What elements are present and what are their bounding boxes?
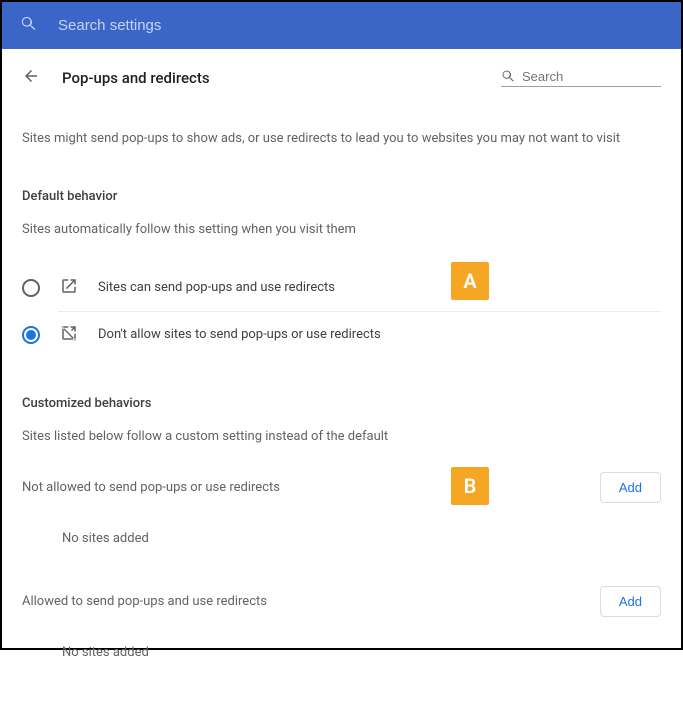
radio-selected[interactable] <box>22 326 40 344</box>
customized-subtitle: Sites listed below follow a custom setti… <box>22 429 661 444</box>
page-search-input[interactable] <box>522 69 642 84</box>
page-description: Sites might send pop-ups to show ads, or… <box>22 129 661 149</box>
add-allowed-button[interactable]: Add <box>600 586 661 617</box>
allowed-empty: No sites added <box>62 645 661 660</box>
radio-label: Don't allow sites to send pop-ups or use… <box>98 327 381 342</box>
radio-option-allow[interactable]: Sites can send pop-ups and use redirects <box>22 265 661 311</box>
allowed-row: Allowed to send pop-ups and use redirect… <box>22 586 661 617</box>
top-toolbar <box>2 2 681 49</box>
page-title: Pop-ups and redirects <box>62 69 479 87</box>
not-allowed-row: Not allowed to send pop-ups or use redir… <box>22 472 661 503</box>
default-behavior-title: Default behavior <box>22 189 661 204</box>
settings-search-input[interactable] <box>58 17 358 34</box>
block-popup-icon <box>60 324 78 346</box>
radio-unselected[interactable] <box>22 279 40 297</box>
content-area: Pop-ups and redirects Sites might send p… <box>2 49 681 718</box>
radio-option-block[interactable]: Don't allow sites to send pop-ups or use… <box>22 312 661 358</box>
page-header: Pop-ups and redirects <box>22 67 661 89</box>
inline-search[interactable] <box>501 69 661 87</box>
radio-label: Sites can send pop-ups and use redirects <box>98 280 335 295</box>
search-icon <box>20 15 38 37</box>
default-behavior-subtitle: Sites automatically follow this setting … <box>22 222 661 237</box>
open-in-new-icon <box>60 277 78 299</box>
not-allowed-empty: No sites added <box>62 531 661 546</box>
annotation-marker-a: A <box>451 262 489 300</box>
annotation-marker-b: B <box>451 467 489 505</box>
back-arrow-icon[interactable] <box>22 67 40 89</box>
search-icon <box>501 69 516 84</box>
add-not-allowed-button[interactable]: Add <box>600 472 661 503</box>
allowed-label: Allowed to send pop-ups and use redirect… <box>22 594 267 609</box>
customized-title: Customized behaviors <box>22 396 661 411</box>
not-allowed-label: Not allowed to send pop-ups or use redir… <box>22 480 280 495</box>
